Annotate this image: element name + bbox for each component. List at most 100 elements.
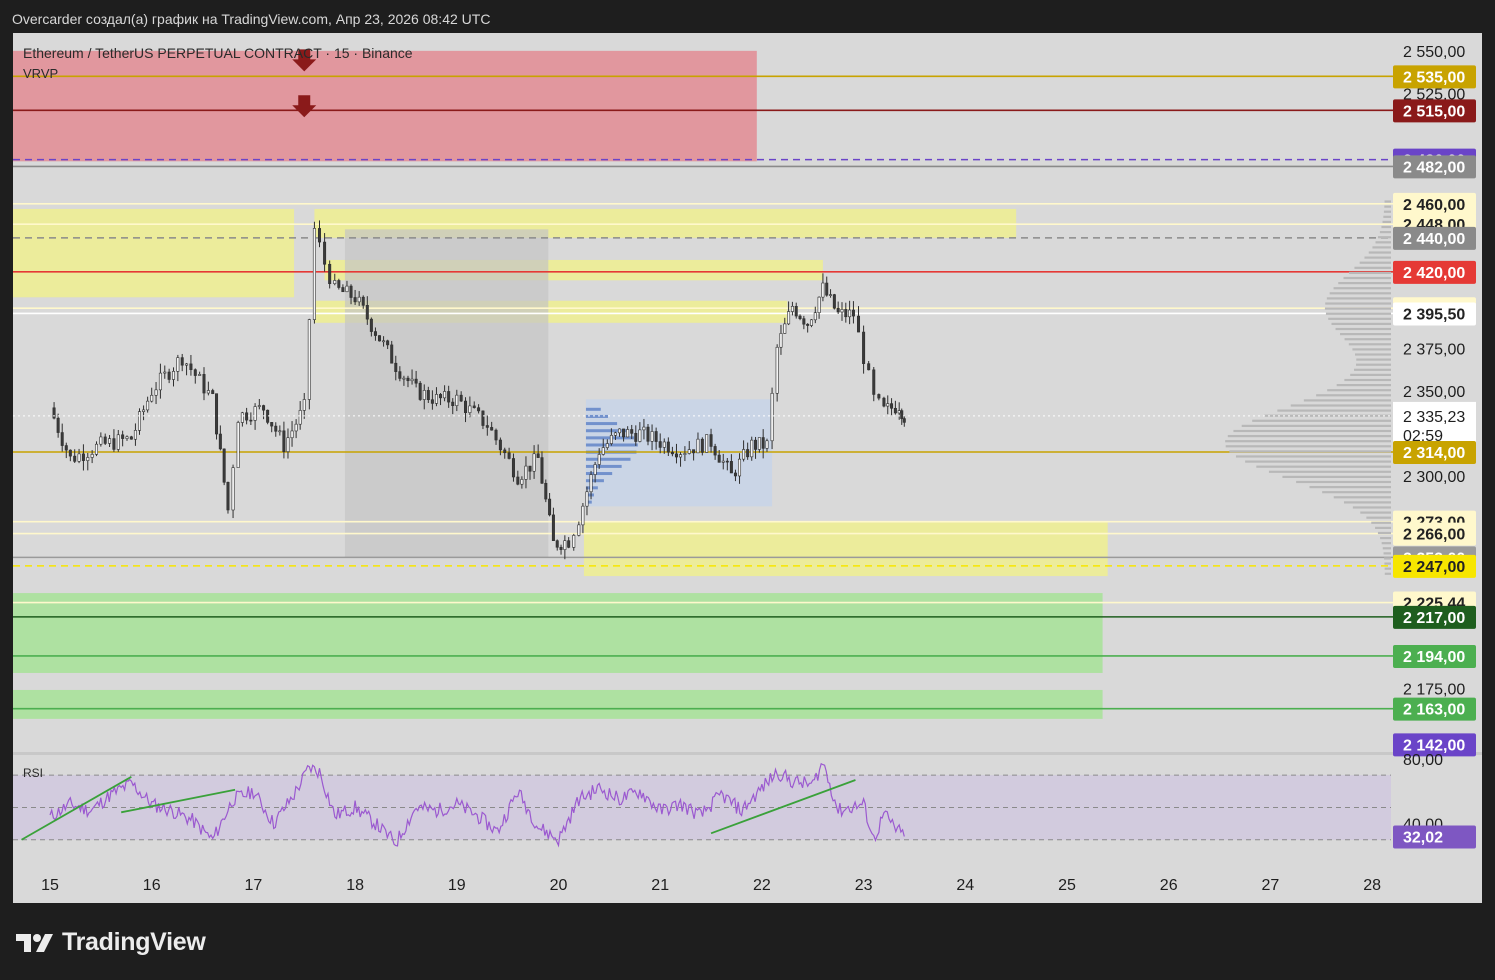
candle-body: [511, 458, 515, 478]
candle-body: [775, 346, 779, 394]
chart-pane[interactable]: 15 16 17 18 19 20 21 22 23 24 25 26 27 28 2 550,00 2 52…: [13, 33, 1482, 903]
price-badge-label: 2 247,00: [1403, 559, 1465, 576]
time-tick-label: 27: [1262, 877, 1280, 894]
candle-body: [848, 309, 852, 318]
candle-body: [809, 319, 813, 326]
candle-body: [125, 436, 129, 439]
volume-profile-bar: [1325, 302, 1391, 305]
candle-body: [790, 306, 794, 312]
volume-profile-bar: [1340, 333, 1391, 336]
volume-profile-bar: [1344, 378, 1391, 382]
range-volume-bar: [585, 457, 631, 461]
candle-body: [563, 540, 567, 550]
time-tick-label: 18: [346, 877, 364, 894]
candle-body: [532, 453, 536, 472]
symbol-title[interactable]: Ethereum / TetherUS PERPETUAL CONTRACT ·…: [23, 45, 413, 61]
volume-profile-bar: [1252, 419, 1391, 422]
candle-body: [318, 228, 322, 243]
chart-attribution: Overcarder создал(а) график на TradingVi…: [12, 11, 491, 27]
candle-body: [733, 472, 737, 477]
volume-profile-bar: [1328, 317, 1391, 320]
candle-body: [674, 453, 678, 458]
candle-body: [398, 371, 402, 379]
volume-profile-bar: [1352, 506, 1391, 509]
candle-body: [798, 315, 802, 319]
pane-separator[interactable]: [13, 752, 1482, 755]
volume-profile-bar: [1290, 404, 1391, 407]
candle-body: [548, 498, 552, 516]
volume-profile-bar: [1282, 475, 1391, 478]
candle-body: [754, 439, 758, 450]
candle-body: [52, 407, 56, 419]
vrvp-indicator-label[interactable]: VRVP: [23, 66, 58, 81]
candle-body: [189, 363, 193, 370]
volume-profile-bar: [1336, 384, 1391, 387]
price-tick-label: 2 350,00: [1403, 384, 1465, 401]
candle-body: [464, 400, 468, 413]
volume-profile-bar: [1343, 276, 1391, 280]
candle-body: [77, 453, 81, 462]
candle-body: [886, 403, 890, 407]
candle-body: [882, 397, 886, 407]
candle-body: [434, 394, 438, 404]
candle-body: [390, 344, 394, 364]
price-tick-label: 2 375,00: [1403, 341, 1465, 358]
zone-resistance-0[interactable]: [13, 50, 757, 162]
candle-body: [877, 394, 881, 399]
zone-supply-5[interactable]: [583, 521, 1108, 577]
candle-body: [857, 315, 861, 333]
volume-profile-bar: [1371, 521, 1391, 524]
volume-profile-bar: [1379, 231, 1391, 234]
price-tick-label: 2 300,00: [1403, 469, 1465, 486]
candle-body: [836, 307, 840, 313]
volume-profile-bar: [1383, 215, 1391, 218]
candle-body: [150, 394, 154, 402]
candle-body: [802, 318, 806, 325]
candle-body: [844, 309, 848, 318]
candle-body: [902, 418, 906, 423]
zone-demand-7[interactable]: [13, 689, 1103, 719]
volume-profile-bar: [1383, 210, 1391, 213]
candle-body: [163, 371, 167, 374]
volume-profile-bar: [1229, 450, 1391, 453]
candle-body: [222, 448, 226, 483]
rsi-indicator-label[interactable]: RSI: [23, 766, 43, 780]
volume-profile-bar: [1245, 460, 1391, 463]
candle-body: [422, 390, 426, 400]
price-badge-label: 2 482,00: [1403, 159, 1465, 176]
candle-body: [897, 410, 901, 414]
zone-supply-1[interactable]: [13, 208, 295, 298]
volume-profile-bar: [1356, 358, 1391, 361]
candle-body: [64, 445, 68, 451]
candle-body: [99, 436, 103, 445]
candle-body: [721, 460, 725, 463]
volume-profile-bar: [1316, 394, 1391, 397]
candle-body: [142, 409, 146, 412]
candle-body: [840, 309, 844, 313]
candle-body: [353, 297, 357, 303]
date-range-box[interactable]: [344, 229, 549, 558]
candle-body: [414, 378, 418, 384]
candle-body: [357, 296, 361, 303]
volume-profile-bar: [1348, 271, 1391, 275]
candle-body: [638, 429, 642, 442]
candle-body: [468, 405, 472, 413]
volume-profile-bar: [1381, 225, 1391, 229]
candle-body: [226, 481, 230, 511]
candle-body: [572, 535, 576, 548]
zone-demand-6[interactable]: [13, 593, 1103, 673]
candle-body: [577, 524, 581, 536]
time-tick-label: 26: [1160, 877, 1178, 894]
candle-body: [90, 454, 94, 458]
candle-body: [761, 437, 765, 449]
candle-body: [729, 461, 733, 474]
candle-body: [369, 318, 373, 332]
candle-body: [622, 428, 626, 438]
chart-canvas[interactable]: 15 16 17 18 19 20 21 22 23 24 25 26 27 282 550,002 52…: [13, 33, 1482, 903]
candle-body: [236, 422, 240, 468]
candle-body: [443, 391, 447, 399]
volume-profile-bar: [1354, 368, 1391, 371]
candle-body: [274, 425, 278, 432]
candle-body: [613, 432, 617, 436]
tradingview-logo[interactable]: TradingView: [16, 928, 206, 957]
